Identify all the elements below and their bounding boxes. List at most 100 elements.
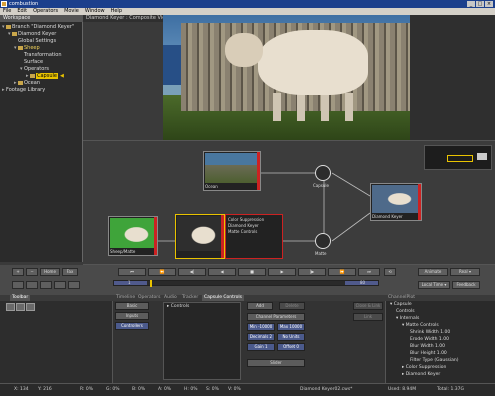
tree-item-surface[interactable]: Surface [20, 59, 43, 65]
channel-item[interactable]: Filter Type (Gaussian) [410, 358, 459, 364]
link-button[interactable]: Link [353, 313, 383, 321]
node-final-output[interactable]: Diamond Keyer [370, 183, 422, 221]
offset-field[interactable]: Offset 0 [277, 343, 305, 351]
step-forward-button[interactable]: |▶ [298, 268, 326, 276]
max-field[interactable]: Max 10000 [277, 323, 305, 331]
node-diamond-keyer[interactable] [175, 214, 225, 259]
tree-item-global-settings[interactable]: Global Settings [14, 38, 56, 44]
home-button[interactable]: Home [40, 268, 60, 276]
inputs-button[interactable]: Inputs [115, 312, 149, 320]
tree-item-sheep[interactable]: ▾ Sheep [14, 45, 40, 51]
menu-movie[interactable]: Movie [64, 8, 79, 15]
tree-item-capsule[interactable]: ▸ Capsule ◀ [26, 73, 64, 79]
channel-label: Filter Type (Gaussian) [410, 358, 459, 363]
node-thumbnail [177, 216, 221, 251]
node-status-bar [418, 184, 421, 220]
node-matte[interactable] [315, 233, 331, 249]
gain-field[interactable]: Gain 1 [247, 343, 275, 351]
hand-tool-icon[interactable] [16, 303, 25, 311]
node-capsule[interactable] [315, 165, 331, 181]
channel-item[interactable]: ▸ Diamond Keyer [402, 372, 440, 378]
channel-item[interactable]: ▾ Internals [396, 316, 419, 322]
channel-item[interactable]: Shrink Width 1.00 [410, 330, 450, 336]
stop-button[interactable]: ■ [238, 268, 266, 276]
delete-button[interactable]: Delete [279, 302, 305, 310]
node-sheep-matte[interactable]: Sheep/Matte [108, 216, 158, 256]
viewer-title: Diamond Keyer : Composite View (Diamond … [83, 15, 213, 22]
channel-item[interactable]: Blur Height 1.00 [410, 351, 447, 357]
min-field[interactable]: Min -10000 [247, 323, 275, 331]
feedback-button[interactable]: Feedback [452, 281, 480, 289]
tool-button[interactable] [54, 281, 66, 289]
select-tool-icon[interactable] [6, 303, 15, 311]
channel-item[interactable]: ▾ Matte Controls [402, 323, 439, 329]
node-status-bar [221, 215, 224, 258]
schematic-view[interactable]: Ocean Sheep/Matte Color Suppression Diam… [83, 140, 495, 265]
tree-item-branch[interactable]: ▾ Branch "Diamond Keyer" [2, 24, 74, 30]
channel-label: Blur Width 1.00 [410, 344, 445, 349]
menu-operators[interactable]: Operators [33, 8, 58, 15]
tool-button[interactable] [12, 281, 24, 289]
channel-label: Color Suppression [405, 365, 447, 370]
go-to-start-button[interactable]: ⏮ [118, 268, 146, 276]
workspace-tab[interactable]: Workspace [0, 15, 83, 22]
play-reverse-button[interactable]: ◀ [208, 268, 236, 276]
node-ocean[interactable]: Ocean [203, 151, 261, 191]
basic-button[interactable]: Basic [115, 302, 149, 310]
go-to-end-button[interactable]: ⏭ [358, 268, 380, 276]
step-back-button[interactable]: ◀| [178, 268, 206, 276]
decimals-field[interactable]: Decimals 2 [247, 333, 275, 341]
tree-label: Transformation [24, 52, 62, 58]
channel-label: Internals [399, 316, 420, 321]
tool-button[interactable] [26, 281, 38, 289]
controls-root[interactable]: ▸ Controls [167, 304, 189, 310]
local-time-dropdown[interactable]: Local Time ▾ [418, 281, 450, 289]
add-button[interactable]: Add [247, 302, 273, 310]
step-back-key-button[interactable]: ⏪ [148, 268, 176, 276]
channel-label: Erode Width 1.00 [410, 337, 449, 342]
channel-item[interactable]: Erode Width 1.00 [410, 337, 449, 343]
composite-viewer[interactable] [163, 15, 410, 140]
zoom-tool-icon[interactable] [26, 303, 35, 311]
channel-item[interactable]: Controls [396, 309, 415, 315]
schematic-minimap[interactable] [424, 145, 492, 170]
zoom-in-button[interactable]: + [12, 268, 24, 276]
minimize-button[interactable]: _ [467, 1, 475, 7]
close-button[interactable]: × [485, 1, 493, 7]
menu-help[interactable]: Help [111, 8, 122, 15]
tree-item-transformation[interactable]: Transformation [20, 52, 62, 58]
channel-item[interactable]: Blur Width 1.00 [410, 344, 445, 350]
animate-button[interactable]: Animate [418, 268, 448, 276]
slider-dropdown[interactable]: Slider [247, 359, 305, 367]
fit-button[interactable]: Fax [62, 268, 78, 276]
loop-icon[interactable]: ⟲ [384, 268, 396, 276]
channel-item[interactable]: ▸ Color Suppression [402, 365, 446, 371]
tree-item-footage-library[interactable]: ▸Footage Library [2, 87, 45, 93]
tree-item-ocean[interactable]: ▸ Ocean [14, 80, 40, 86]
tree-item-operators[interactable]: ▾Operators [20, 66, 49, 72]
close-link-button[interactable]: Close & Link [353, 302, 383, 310]
menu-edit[interactable]: Edit [17, 8, 27, 15]
playhead[interactable] [150, 280, 152, 287]
playback-mode-dropdown[interactable]: Real ▾ [450, 268, 480, 276]
play-button[interactable]: ▶ [268, 268, 296, 276]
tool-button[interactable] [40, 281, 52, 289]
tree-item-diamond-keyer[interactable]: ▾ Diamond Keyer [8, 31, 56, 37]
tree-label: Global Settings [18, 38, 57, 44]
zoom-out-button[interactable]: − [26, 268, 38, 276]
folder-icon [12, 31, 17, 36]
maximize-button[interactable]: □ [476, 1, 484, 7]
tree-label-selected: Capsule [36, 73, 58, 79]
tree-label: Ocean [24, 80, 40, 86]
node-label: Sheep/Matte [110, 249, 136, 254]
controls-list[interactable]: ▸ Controls [163, 302, 241, 380]
timeline-bar[interactable]: 1 80 [113, 280, 379, 287]
channel-label: Matte Controls [405, 323, 439, 328]
channel-item[interactable]: ▾ Capsule [390, 302, 412, 308]
controllers-button[interactable]: Controllers [115, 322, 149, 330]
menu-file[interactable]: File [3, 8, 11, 15]
menu-window[interactable]: Window [85, 8, 105, 15]
tool-button[interactable] [68, 281, 80, 289]
units-dropdown[interactable]: No Units [277, 333, 305, 341]
step-forward-key-button[interactable]: ⏩ [328, 268, 356, 276]
